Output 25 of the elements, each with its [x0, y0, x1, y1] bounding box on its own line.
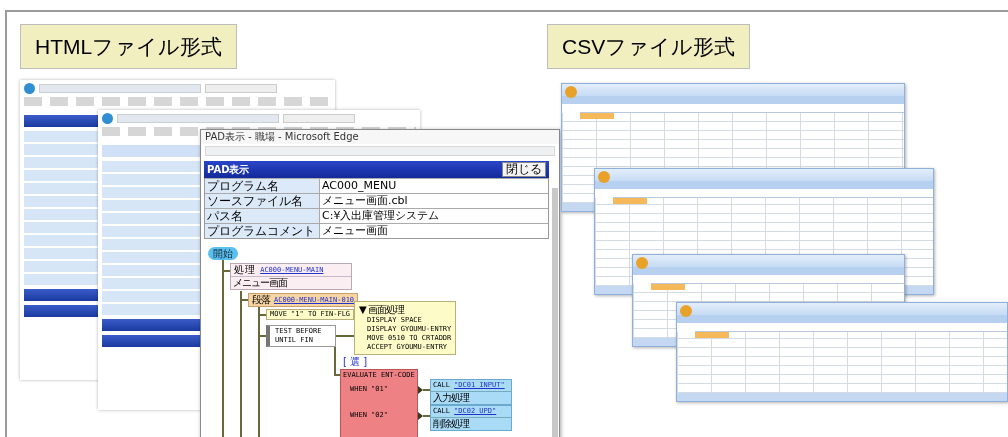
- info-value: メニュー画面: [321, 224, 389, 238]
- section-heading: CSVファイル形式: [547, 24, 751, 69]
- node-label: 処 理: [234, 264, 255, 276]
- section-heading: HTMLファイル形式: [20, 24, 238, 69]
- info-value: AC000_MENU: [321, 179, 398, 193]
- info-label: プログラムコメント: [205, 224, 320, 238]
- close-button[interactable]: 閉じる: [502, 162, 546, 177]
- connector-arrow: [418, 411, 430, 420]
- pad-title: PAD表示: [207, 163, 250, 176]
- window-title: PAD表示 - 職場 - Microsoft Edge: [205, 131, 359, 143]
- node-comment: メニュー画面: [232, 277, 289, 289]
- address-bar[interactable]: [205, 146, 555, 156]
- scrollbar[interactable]: [552, 188, 558, 437]
- info-label: プログラム名: [205, 179, 320, 193]
- node-label: 段落: [252, 294, 270, 306]
- select-label: [ 選 ]: [343, 356, 368, 368]
- node-comment: 削除処理: [432, 418, 471, 430]
- info-label: ソースファイル名: [205, 194, 320, 208]
- info-value: メニュー画面.cbl: [321, 194, 409, 208]
- info-value: C:¥入出庫管理システム: [321, 209, 441, 223]
- info-label: パス名: [205, 209, 320, 223]
- block-title: ▼ 画面処理: [359, 304, 406, 316]
- start-node: 開始: [208, 247, 238, 260]
- connector-arrow: [418, 385, 430, 394]
- node-comment: 入力処理: [432, 392, 471, 404]
